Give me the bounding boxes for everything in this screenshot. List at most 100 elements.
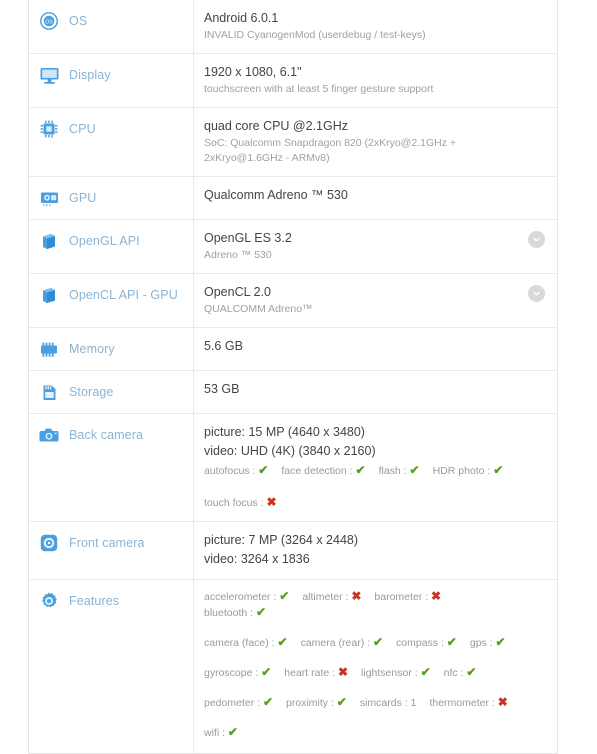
feature-item: autofocus : ✔ [204, 463, 269, 477]
feature-line: accelerometer : ✔ altimeter : ✖ barometer … [204, 589, 523, 621]
os-disc-icon: OS [35, 10, 63, 32]
label-cell-front-camera: Front camera [29, 522, 194, 579]
check-icon: ✔ [409, 463, 420, 477]
svg-text:OS: OS [45, 19, 53, 25]
display-touch-info: touchscreen with at least 5 finger gestu… [204, 83, 434, 95]
feature-item: wifi : ✔ [204, 725, 238, 739]
value-cell-cpu: quad core CPU @2.1GHz SoC: Qualcomm Snap… [194, 108, 557, 176]
feature-item: compass : ✔ [396, 635, 457, 649]
check-icon: ✔ [446, 635, 457, 649]
gear-icon [35, 590, 63, 612]
feature-item: barometer : ✖ [374, 589, 442, 603]
feature-item: flash : ✔ [378, 463, 420, 477]
value-cell-os: Android 6.0.1 INVALID CyanogenMod (userd… [194, 0, 557, 53]
value-cell-back-camera: picture: 15 MP (4640 x 3480) video: UHD … [194, 414, 557, 521]
spec-row-cpu: CPU quad core CPU @2.1GHz SoC: Qualcomm … [29, 108, 557, 177]
cube-stack-icon [35, 284, 63, 306]
feature-item: lightsensor : ✔ [361, 665, 431, 679]
check-icon: ✔ [336, 695, 347, 709]
label-cell-opengl: OpenGL API [29, 220, 194, 273]
feature-item: accelerometer : ✔ [204, 589, 290, 603]
label-cell-cpu: CPU [29, 108, 194, 176]
check-icon: ✔ [255, 605, 267, 619]
value-cell-storage: 53 GB [194, 371, 557, 413]
feature-item: pedometer : ✔ [204, 695, 274, 709]
check-icon: ✔ [279, 589, 290, 603]
spec-label-back-camera: Back camera [69, 428, 144, 442]
spec-row-opengl: OpenGL API OpenGL ES 3.2 Adreno ™ 530 [29, 220, 557, 274]
spec-row-memory: Memory 5.6 GB [29, 328, 557, 371]
label-cell-os: OS OS [29, 0, 194, 53]
os-version: Android 6.0.1 [204, 11, 279, 25]
check-icon: ✔ [261, 665, 272, 679]
feature-value: 1 [410, 697, 417, 709]
chip-icon [35, 118, 63, 140]
feature-item: camera (face) : ✔ [204, 635, 288, 649]
check-icon: ✔ [372, 635, 384, 649]
feature-item: thermometer : ✖ [429, 695, 508, 709]
feature-item: gps : ✔ [469, 635, 506, 649]
cross-icon: ✖ [431, 589, 442, 603]
feature-item: HDR photo : ✔ [432, 463, 504, 477]
back-camera-caps-line-2: touch focus : ✖ [204, 495, 523, 511]
memory-amount: 5.6 GB [204, 339, 243, 353]
check-icon: ✔ [493, 463, 504, 477]
spec-row-gpu: GPU Qualcomm Adreno ™ 530 [29, 177, 557, 220]
label-cell-storage: Storage [29, 371, 194, 413]
spec-row-storage: Storage 53 GB [29, 371, 557, 414]
memory-chip-icon [35, 338, 63, 360]
feature-item: heart rate : ✖ [284, 665, 349, 679]
spec-label-cpu: CPU [69, 122, 96, 136]
check-icon: ✔ [277, 635, 288, 649]
feature-line: gyroscope : ✔ heart rate : ✖ lightsensor :… [204, 665, 523, 681]
value-cell-features: accelerometer : ✔ altimeter : ✖ barometer … [194, 580, 557, 753]
cpu-soc-detail: SoC: Qualcomm Snapdragon 820 (2xKryo@2.1… [204, 137, 456, 164]
monitor-icon [35, 64, 63, 86]
back-camera-picture: picture: 15 MP (4640 x 3480) [204, 425, 365, 439]
feature-line: wifi : ✔ [204, 725, 523, 741]
value-cell-gpu: Qualcomm Adreno ™ 530 [194, 177, 557, 219]
check-icon: ✔ [258, 463, 269, 477]
spec-row-front-camera: Front camera picture: 7 MP (3264 x 2448)… [29, 522, 557, 580]
spec-label-os: OS [69, 14, 88, 28]
feature-line: camera (face) : ✔ camera (rear) : ✔ compas… [204, 635, 523, 651]
chevron-down-icon[interactable] [528, 231, 545, 248]
value-cell-memory: 5.6 GB [194, 328, 557, 370]
spec-label-opengl: OpenGL API [69, 234, 140, 248]
cpu-summary: quad core CPU @2.1GHz [204, 119, 349, 133]
check-icon: ✔ [355, 463, 366, 477]
value-cell-opengl: OpenGL ES 3.2 Adreno ™ 530 [194, 220, 557, 273]
spec-label-display: Display [69, 68, 111, 82]
storage-card-icon [35, 381, 63, 403]
spec-label-memory: Memory [69, 342, 115, 356]
display-resolution: 1920 x 1080, 6.1" [204, 65, 302, 79]
feature-item: camera (rear) : ✔ [300, 635, 384, 649]
chevron-down-icon[interactable] [528, 285, 545, 302]
cross-icon: ✖ [497, 695, 508, 709]
opencl-vendor: QUALCOMM Adreno™ [204, 303, 313, 315]
cross-icon: ✖ [266, 495, 277, 509]
feature-item: simcards : 1 [359, 697, 417, 709]
cross-icon: ✖ [351, 589, 362, 603]
label-cell-gpu: GPU [29, 177, 194, 219]
feature-item: proximity : ✔ [286, 695, 347, 709]
feature-item: altimeter : ✖ [302, 589, 362, 603]
camera-icon [35, 424, 63, 446]
opengl-version: OpenGL ES 3.2 [204, 231, 292, 245]
features-list: accelerometer : ✔ altimeter : ✖ barometer … [204, 589, 523, 741]
label-cell-features: Features [29, 580, 194, 753]
check-icon: ✔ [495, 635, 506, 649]
check-icon: ✔ [420, 665, 431, 679]
gpu-card-icon [35, 187, 63, 209]
spec-row-opencl: OpenCL API - GPU OpenCL 2.0 QUALCOMM Adr… [29, 274, 557, 328]
cube-stack-icon [35, 230, 63, 252]
front-camera-picture: picture: 7 MP (3264 x 2448) [204, 533, 359, 547]
label-cell-memory: Memory [29, 328, 194, 370]
feature-item: touch focus : ✖ [204, 495, 277, 509]
check-icon: ✔ [466, 665, 477, 679]
opengl-renderer: Adreno ™ 530 [204, 249, 272, 261]
front-camera-icon [35, 532, 63, 554]
spec-label-gpu: GPU [69, 191, 97, 205]
check-icon: ✔ [227, 725, 238, 739]
